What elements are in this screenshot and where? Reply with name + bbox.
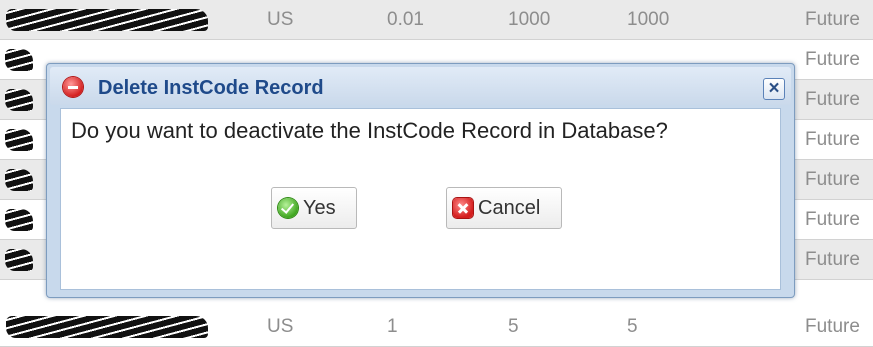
tick-size-cell: 1 [387,316,398,337]
min-qty-cell: 5 [508,316,519,337]
cancel-button-label: Cancel [478,197,541,219]
x-square-icon [453,198,473,218]
dialog-content: Do you want to deactivate the InstCode R… [60,108,781,290]
table-row[interactable]: US 0.01 1000 1000 Future [0,0,873,40]
tick-size-cell: 0.01 [387,9,424,30]
redacted-inst-code [6,316,208,338]
minus-circle-icon [63,77,83,97]
dialog-title: Delete InstCode Record [98,77,324,99]
cancel-button[interactable]: Cancel [446,187,562,229]
redacted-inst-code [5,129,33,151]
redacted-inst-code [6,9,208,31]
max-qty-cell: 5 [627,316,638,337]
yes-button-label: Yes [303,197,336,219]
country-cell: US [267,316,294,337]
redacted-inst-code [5,49,33,71]
type-cell: Future [805,129,860,150]
redacted-inst-code [5,89,33,111]
redacted-inst-code [5,209,33,231]
type-cell: Future [805,249,860,270]
max-qty-cell: 1000 [627,9,670,30]
dialog-titlebar[interactable]: Delete InstCode Record × [50,67,791,105]
min-qty-cell: 1000 [508,9,551,30]
country-cell: US [267,9,294,30]
delete-record-dialog: Delete InstCode Record × Do you want to … [46,63,795,298]
yes-button[interactable]: Yes [271,187,357,229]
close-button[interactable]: × [763,78,785,100]
type-cell: Future [805,89,860,110]
type-cell: Future [805,316,860,337]
type-cell: Future [805,209,860,230]
redacted-inst-code [5,249,33,271]
dialog-message: Do you want to deactivate the InstCode R… [71,118,668,143]
check-circle-icon [278,198,298,218]
type-cell: Future [805,169,860,190]
table-row[interactable]: US 1 5 5 Future [0,307,873,347]
type-cell: Future [805,9,860,30]
redacted-inst-code [5,169,33,191]
type-cell: Future [805,49,860,70]
